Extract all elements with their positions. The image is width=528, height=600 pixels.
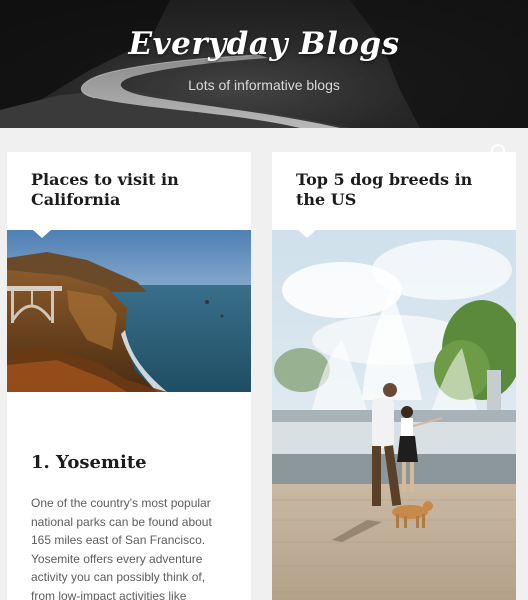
image-notch [33,230,51,238]
dog-walk-fountain-image[interactable] [272,230,516,600]
site-tagline: Lots of informative blogs [188,77,340,93]
card-title[interactable]: Places to visit in California [31,170,231,210]
card-title[interactable]: Top 5 dog breeds in the US [296,170,496,210]
blog-card-california[interactable]: Places to visit in California 1. Yosemit… [7,152,251,600]
hero-header: Everyday Blogs Lots of informative blogs [0,0,528,128]
blog-card-dog-breeds[interactable]: Top 5 dog breeds in the US [272,152,516,600]
post-excerpt: One of the country's most popular nation… [31,496,212,600]
site-title: Everyday Blogs [128,26,400,62]
california-coast-image[interactable] [7,230,251,392]
post-heading[interactable]: 1. Yosemite [31,452,147,473]
hero-road-image [0,0,528,128]
image-notch [298,230,316,238]
